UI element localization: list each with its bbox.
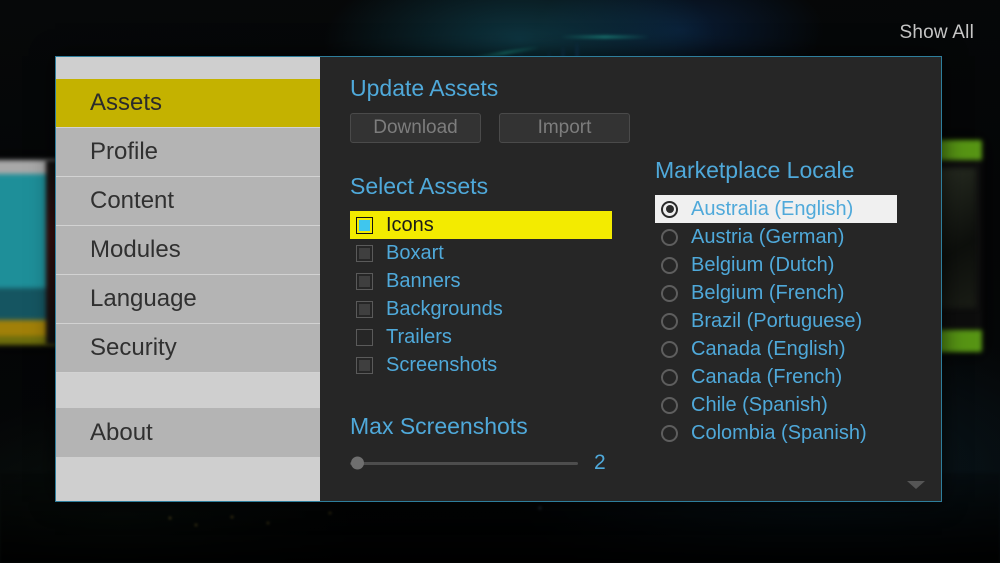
checkbox-row-boxart[interactable]: Boxart	[350, 239, 630, 267]
radio-label: Austria (German)	[691, 225, 845, 248]
radio-icon[interactable]	[661, 228, 678, 246]
chevron-down-icon[interactable]	[907, 481, 925, 489]
sidebar-item-label: Profile	[90, 138, 159, 165]
checkbox-label: Screenshots	[386, 353, 498, 376]
update-assets-title: Update Assets	[350, 75, 499, 101]
locale-column: Marketplace Locale Australia (English) A…	[655, 157, 920, 447]
radio-row-belgium-dutch[interactable]: Belgium (Dutch)	[655, 251, 920, 279]
max-screenshots-title: Max Screenshots	[350, 413, 528, 439]
sidebar-item-label: Assets	[90, 89, 163, 116]
radio-icon[interactable]	[661, 284, 678, 302]
slider-value: 2	[594, 451, 606, 474]
radio-icon[interactable]	[661, 200, 678, 218]
sidebar-item-label: Security	[90, 334, 177, 361]
sidebar-item-language[interactable]: Language	[56, 275, 320, 324]
sidebar-item-assets[interactable]: Assets	[56, 79, 320, 128]
radio-row-australia-english[interactable]: Australia (English)	[655, 195, 897, 223]
neon-streak	[560, 36, 650, 38]
select-assets-list: Icons Boxart Banners Backgrounds Trailer…	[350, 211, 630, 379]
checkbox-label: Boxart	[386, 241, 444, 264]
radio-row-chile-spanish[interactable]: Chile (Spanish)	[655, 391, 920, 419]
sidebar-spacer-bottom	[56, 457, 320, 501]
marketplace-locale-list: Australia (English) Austria (German) Bel…	[655, 195, 920, 447]
checkbox-icon[interactable]	[356, 216, 373, 234]
sidebar-item-security[interactable]: Security	[56, 324, 320, 373]
checkbox-row-backgrounds[interactable]: Backgrounds	[350, 295, 630, 323]
checkbox-icon[interactable]	[356, 300, 373, 318]
radio-label: Chile (Spanish)	[691, 393, 828, 416]
checkbox-row-trailers[interactable]: Trailers	[350, 323, 630, 351]
settings-sidebar: Assets Profile Content Modules Language …	[56, 57, 320, 501]
radio-label: Canada (French)	[691, 365, 843, 388]
radio-label: Canada (English)	[691, 337, 846, 360]
radio-icon[interactable]	[661, 396, 678, 414]
radio-icon[interactable]	[661, 424, 678, 442]
checkbox-label: Backgrounds	[386, 297, 503, 320]
radio-row-belgium-french[interactable]: Belgium (French)	[655, 279, 920, 307]
slider-thumb[interactable]	[350, 456, 364, 470]
sidebar-divider	[56, 373, 320, 408]
radio-label: Colombia (Spanish)	[691, 421, 867, 444]
radio-label: Belgium (French)	[691, 281, 845, 304]
checkbox-icon[interactable]	[356, 272, 373, 290]
radio-row-canada-english[interactable]: Canada (English)	[655, 335, 920, 363]
checkbox-row-screenshots[interactable]: Screenshots	[350, 351, 630, 379]
select-assets-title: Select Assets	[350, 173, 489, 199]
marketplace-locale-title: Marketplace Locale	[655, 157, 855, 183]
radio-label: Australia (English)	[691, 197, 854, 220]
download-button[interactable]: Download	[350, 113, 481, 143]
update-assets-buttons: Download Import	[350, 113, 630, 143]
radio-row-brazil-portuguese[interactable]: Brazil (Portuguese)	[655, 307, 920, 335]
radio-label: Brazil (Portuguese)	[691, 309, 863, 332]
radio-icon[interactable]	[661, 340, 678, 358]
radio-row-canada-french[interactable]: Canada (French)	[655, 363, 920, 391]
sidebar-item-content[interactable]: Content	[56, 177, 320, 226]
radio-row-colombia-spanish[interactable]: Colombia (Spanish)	[655, 419, 920, 447]
sidebar-item-label: Modules	[90, 236, 181, 263]
sidebar-spacer-top	[56, 57, 320, 79]
assets-column: Update Assets Download Import Select Ass…	[350, 75, 630, 475]
max-screenshots-slider[interactable]: 2	[350, 451, 630, 475]
checkbox-icon[interactable]	[356, 356, 373, 374]
import-button[interactable]: Import	[499, 113, 630, 143]
checkbox-icon[interactable]	[356, 328, 373, 346]
sidebar-item-label: Language	[90, 285, 197, 312]
settings-dialog: Assets Profile Content Modules Language …	[55, 56, 942, 502]
checkbox-row-icons[interactable]: Icons	[350, 211, 612, 239]
app-root: Show All Assets Profile Content Modules …	[0, 0, 1000, 563]
slider-track[interactable]	[350, 456, 578, 470]
radio-icon[interactable]	[661, 256, 678, 274]
checkbox-label: Icons	[386, 213, 434, 236]
show-all-button[interactable]: Show All	[900, 22, 974, 44]
sidebar-item-modules[interactable]: Modules	[56, 226, 320, 275]
sidebar-item-label: Content	[90, 187, 175, 214]
sidebar-item-profile[interactable]: Profile	[56, 128, 320, 177]
radio-icon[interactable]	[661, 368, 678, 386]
checkbox-row-banners[interactable]: Banners	[350, 267, 630, 295]
radio-label: Belgium (Dutch)	[691, 253, 835, 276]
checkbox-icon[interactable]	[356, 244, 373, 262]
radio-icon[interactable]	[661, 312, 678, 330]
settings-content: Update Assets Download Import Select Ass…	[320, 57, 941, 501]
checkbox-label: Trailers	[386, 325, 452, 348]
radio-row-austria-german[interactable]: Austria (German)	[655, 223, 920, 251]
checkbox-label: Banners	[386, 269, 461, 292]
sidebar-item-about[interactable]: About	[56, 408, 320, 457]
sidebar-item-label: About	[90, 418, 153, 446]
